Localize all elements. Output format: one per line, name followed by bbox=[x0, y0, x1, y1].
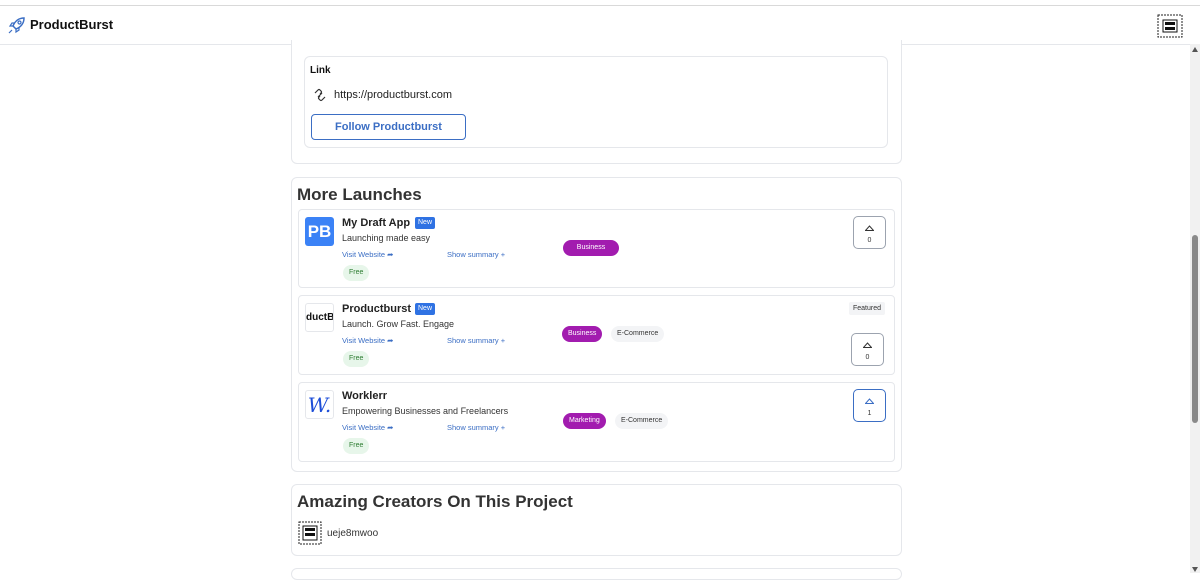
show-summary-button[interactable]: Show summary + bbox=[447, 250, 505, 259]
creator-avatar[interactable] bbox=[298, 521, 322, 545]
launch-item: ductBu Productburst New Launch. Grow Fas… bbox=[298, 295, 895, 375]
pricing-badge: Free bbox=[343, 438, 370, 454]
upvote-caret-icon bbox=[865, 225, 874, 231]
pricing-badge: Free bbox=[343, 265, 370, 281]
launch-item: W. Worklerr Empowering Businesses and Fr… bbox=[298, 382, 895, 462]
upvote-button[interactable]: 0 bbox=[853, 216, 886, 249]
link-chain-icon bbox=[314, 88, 326, 102]
link-label: Link bbox=[310, 65, 331, 76]
page-scrollbar[interactable] bbox=[1190, 44, 1200, 573]
product-name[interactable]: Productburst bbox=[342, 303, 411, 315]
product-tagline: Empowering Businesses and Freelancers bbox=[342, 406, 509, 416]
scrollbar-thumb[interactable] bbox=[1192, 235, 1198, 423]
product-name[interactable]: My Draft App bbox=[342, 217, 410, 229]
tag-marketing[interactable]: Marketing bbox=[563, 413, 606, 429]
tag-business[interactable]: Business bbox=[563, 240, 619, 256]
upvote-caret-icon bbox=[863, 342, 872, 348]
plus-icon: + bbox=[500, 250, 506, 259]
scroll-up-arrow-icon[interactable] bbox=[1192, 47, 1198, 52]
next-section-card bbox=[291, 568, 902, 580]
show-summary-button[interactable]: Show summary + bbox=[447, 423, 505, 432]
visit-website-label: Visit Website bbox=[342, 423, 386, 432]
show-summary-label: Show summary bbox=[447, 423, 499, 432]
scroll-down-arrow-icon[interactable] bbox=[1192, 567, 1198, 572]
share-arrow-icon: ➦ bbox=[387, 423, 394, 432]
new-badge: New bbox=[415, 217, 436, 229]
tag-e-commerce[interactable]: E-Commerce bbox=[615, 413, 669, 429]
follow-button[interactable]: Follow Productburst bbox=[311, 114, 466, 140]
tag-e-commerce[interactable]: E-Commerce bbox=[611, 326, 665, 342]
upvote-count: 1 bbox=[867, 410, 872, 417]
plus-icon: + bbox=[500, 336, 506, 345]
visit-website-label: Visit Website bbox=[342, 336, 386, 345]
user-avatar[interactable] bbox=[1157, 14, 1183, 38]
upvote-count: 0 bbox=[867, 237, 872, 244]
brand-name[interactable]: ProductBurst bbox=[30, 17, 113, 32]
share-arrow-icon: ➦ bbox=[387, 250, 394, 259]
product-thumbnail[interactable]: W. bbox=[305, 390, 334, 419]
visit-website-label: Visit Website bbox=[342, 250, 386, 259]
product-tagline: Launch. Grow Fast. Engage bbox=[342, 319, 455, 329]
pricing-badge: Free bbox=[343, 351, 370, 367]
show-summary-button[interactable]: Show summary + bbox=[447, 336, 505, 345]
plus-icon: + bbox=[500, 423, 506, 432]
upvote-count: 0 bbox=[865, 354, 870, 361]
tag-business[interactable]: Business bbox=[562, 326, 603, 342]
visit-website-link[interactable]: Visit Website ➦ bbox=[342, 250, 393, 259]
featured-badge: Featured bbox=[849, 302, 886, 315]
launch-item: PB My Draft App New Launching made easy … bbox=[298, 209, 895, 288]
creators-title: Amazing Creators On This Project bbox=[297, 492, 573, 511]
product-tagline: Launching made easy bbox=[342, 233, 431, 243]
product-url-link[interactable]: https://productburst.com bbox=[334, 89, 452, 101]
visit-website-link[interactable]: Visit Website ➦ bbox=[342, 336, 393, 345]
upvote-button[interactable]: 0 bbox=[851, 333, 884, 366]
upvote-caret-icon bbox=[865, 398, 874, 404]
show-summary-label: Show summary bbox=[447, 336, 499, 345]
product-name[interactable]: Worklerr bbox=[342, 390, 387, 402]
rocket-icon[interactable] bbox=[7, 15, 27, 35]
more-launches-title: More Launches bbox=[297, 185, 422, 204]
creator-username[interactable]: ueje8mwoo bbox=[327, 528, 378, 539]
upvote-button[interactable]: 1 bbox=[853, 389, 886, 422]
share-arrow-icon: ➦ bbox=[387, 336, 394, 345]
new-badge: New bbox=[415, 303, 436, 315]
product-thumbnail[interactable]: ductBu bbox=[305, 303, 334, 332]
show-summary-label: Show summary bbox=[447, 250, 499, 259]
visit-website-link[interactable]: Visit Website ➦ bbox=[342, 423, 393, 432]
product-thumbnail[interactable]: PB bbox=[305, 217, 334, 246]
